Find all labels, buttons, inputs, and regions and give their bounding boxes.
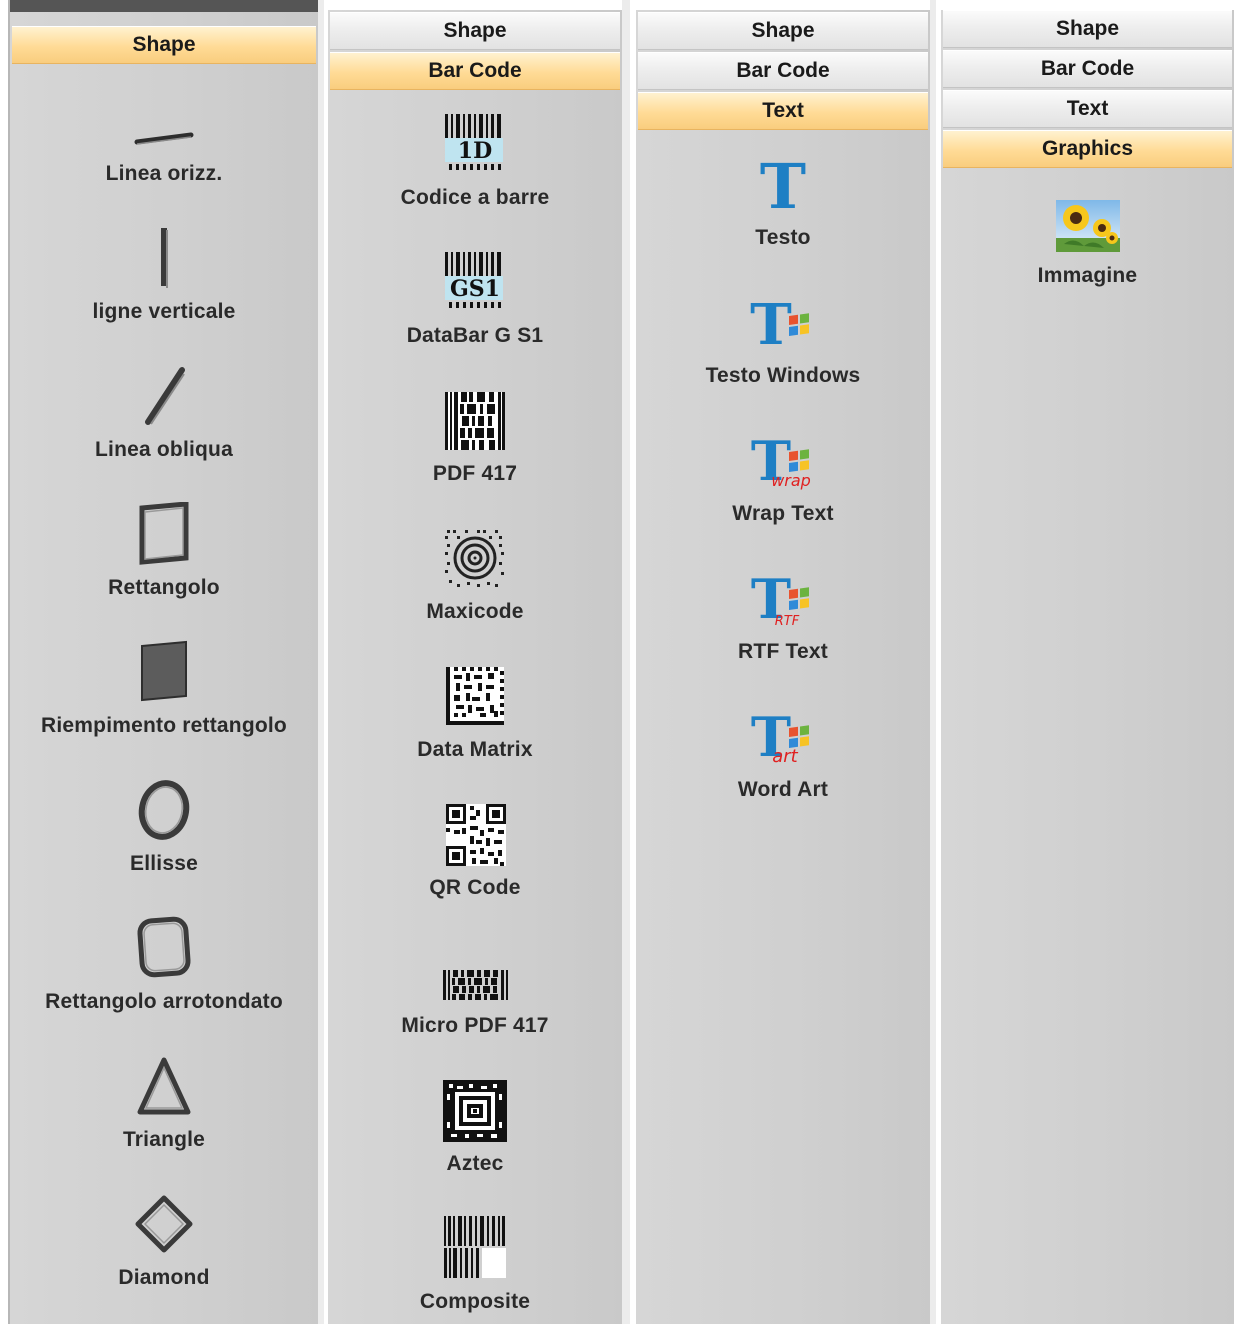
tool-qr-code[interactable]: QR Code xyxy=(328,804,622,900)
text-panel: Shape Bar Code Text T Testo T Testo Wind… xyxy=(636,0,936,1324)
tool-label: Rettangolo arrotondato xyxy=(45,990,283,1013)
tool-label: Aztec xyxy=(446,1152,504,1175)
tool-label: DataBar G S1 xyxy=(406,324,544,347)
tool-pdf417[interactable]: PDF 417 xyxy=(328,390,622,486)
tool-windows-text[interactable]: T Testo Windows xyxy=(636,292,930,388)
tool-triangle[interactable]: Triangle xyxy=(10,1056,318,1152)
tool-barcode[interactable]: 1D Codice a barre xyxy=(328,114,622,210)
barcode-header[interactable]: Bar Code xyxy=(638,52,928,90)
word-art-icon: T art xyxy=(743,706,823,768)
tool-label: Testo xyxy=(755,226,811,249)
tool-filled-rectangle[interactable]: Riempimento rettangolo xyxy=(10,640,318,738)
tool-vertical-line[interactable]: ligne verticale xyxy=(10,228,318,324)
tool-label: Immagine xyxy=(1037,264,1138,287)
tool-micro-pdf417[interactable]: Micro PDF 417 xyxy=(328,942,622,1038)
tool-label: QR Code xyxy=(429,876,521,899)
tool-oblique-line[interactable]: Linea obliqua xyxy=(10,366,318,462)
tool-label: PDF 417 xyxy=(432,462,518,485)
image-sunflower-icon xyxy=(1048,192,1128,254)
rectangle-icon xyxy=(124,502,204,566)
barcode-header[interactable]: Bar Code xyxy=(943,50,1232,88)
tool-label: Testo Windows xyxy=(705,364,861,387)
tool-maxicode[interactable]: Maxicode xyxy=(328,528,622,624)
tool-aztec[interactable]: Aztec xyxy=(328,1080,622,1176)
svg-text:GS1: GS1 xyxy=(450,276,500,302)
windows-text-icon: T xyxy=(743,292,823,354)
aztec-icon xyxy=(435,1080,515,1142)
pdf417-icon xyxy=(435,390,515,452)
svg-text:T: T xyxy=(760,154,806,216)
tool-label: Micro PDF 417 xyxy=(401,1014,549,1037)
tool-label: Triangle xyxy=(122,1128,206,1151)
tool-label: Word Art xyxy=(737,778,829,801)
tool-label: Maxicode xyxy=(426,600,524,623)
tool-label: ligne verticale xyxy=(92,300,236,323)
barcode-gs1-icon: GS1 xyxy=(435,252,515,314)
svg-text:1D: 1D xyxy=(458,138,492,164)
tool-diamond[interactable]: Diamond xyxy=(10,1194,318,1290)
graphics-panel: Shape Bar Code Text Graphics Immagine xyxy=(941,0,1234,1324)
composite-barcode-icon xyxy=(435,1216,515,1280)
tool-label: Composite xyxy=(419,1290,531,1313)
tool-data-matrix[interactable]: Data Matrix xyxy=(328,666,622,762)
tool-label: Data Matrix xyxy=(417,738,533,761)
tool-databar-gs1[interactable]: GS1 DataBar G S1 xyxy=(328,252,622,348)
shape-header[interactable]: Shape xyxy=(12,26,316,64)
maxicode-icon xyxy=(435,528,515,590)
barcode-panel: Shape Bar Code 1D Codice a barre GS1 Dat… xyxy=(328,0,630,1324)
tool-horizontal-line[interactable]: Linea orizz. xyxy=(10,90,318,186)
svg-text:art: art xyxy=(772,746,798,767)
shape-header[interactable]: Shape xyxy=(330,12,620,50)
graphics-header[interactable]: Graphics xyxy=(943,130,1232,168)
tool-text[interactable]: T Testo xyxy=(636,154,930,250)
horizontal-line-icon xyxy=(124,90,204,152)
shape-panel: Shape Linea orizz. ligne verticale Linea… xyxy=(8,0,324,1324)
tool-image[interactable]: Immagine xyxy=(941,192,1234,288)
data-matrix-icon xyxy=(435,666,515,728)
tool-label: Linea orizz. xyxy=(105,162,223,185)
barcode-1d-icon: 1D xyxy=(435,114,515,176)
barcode-header[interactable]: Bar Code xyxy=(330,52,620,90)
svg-text:wrap: wrap xyxy=(771,471,811,490)
tool-word-art[interactable]: T art Word Art xyxy=(636,706,930,802)
tool-label: Riempimento rettangolo xyxy=(41,714,287,737)
svg-text:RTF: RTF xyxy=(775,614,800,629)
text-header[interactable]: Text xyxy=(943,90,1232,128)
triangle-icon xyxy=(124,1056,204,1118)
tool-label: Codice a barre xyxy=(400,186,550,209)
tool-ellipse[interactable]: Ellisse xyxy=(10,780,318,876)
tool-rounded-rectangle[interactable]: Rettangolo arrotondato xyxy=(10,916,318,1014)
tool-rectangle[interactable]: Rettangolo xyxy=(10,502,318,600)
filled-rectangle-icon xyxy=(124,640,204,704)
shape-header[interactable]: Shape xyxy=(943,10,1232,48)
text-header[interactable]: Text xyxy=(638,92,928,130)
tool-label: RTF Text xyxy=(738,640,828,663)
tool-label: Linea obliqua xyxy=(95,438,233,461)
tool-label: Rettangolo xyxy=(108,576,220,599)
tool-composite[interactable]: Composite xyxy=(328,1216,622,1314)
rtf-text-icon: T RTF xyxy=(743,568,823,630)
diamond-icon xyxy=(124,1194,204,1256)
shape-header[interactable]: Shape xyxy=(638,12,928,50)
ellipse-icon xyxy=(124,780,204,842)
micro-pdf417-icon xyxy=(435,942,515,1004)
qr-code-icon xyxy=(435,804,515,866)
wrap-text-icon: T wrap xyxy=(743,430,823,492)
text-t-icon: T xyxy=(743,154,823,216)
rounded-rectangle-icon xyxy=(124,916,204,980)
tool-label: Wrap Text xyxy=(732,502,834,525)
tool-label: Ellisse xyxy=(130,852,198,875)
vertical-line-icon xyxy=(124,228,204,290)
oblique-line-icon xyxy=(124,366,204,428)
tool-wrap-text[interactable]: T wrap Wrap Text xyxy=(636,430,930,526)
tool-rtf-text[interactable]: T RTF RTF Text xyxy=(636,568,930,664)
tool-label: Diamond xyxy=(118,1266,210,1289)
svg-text:T: T xyxy=(750,292,792,354)
